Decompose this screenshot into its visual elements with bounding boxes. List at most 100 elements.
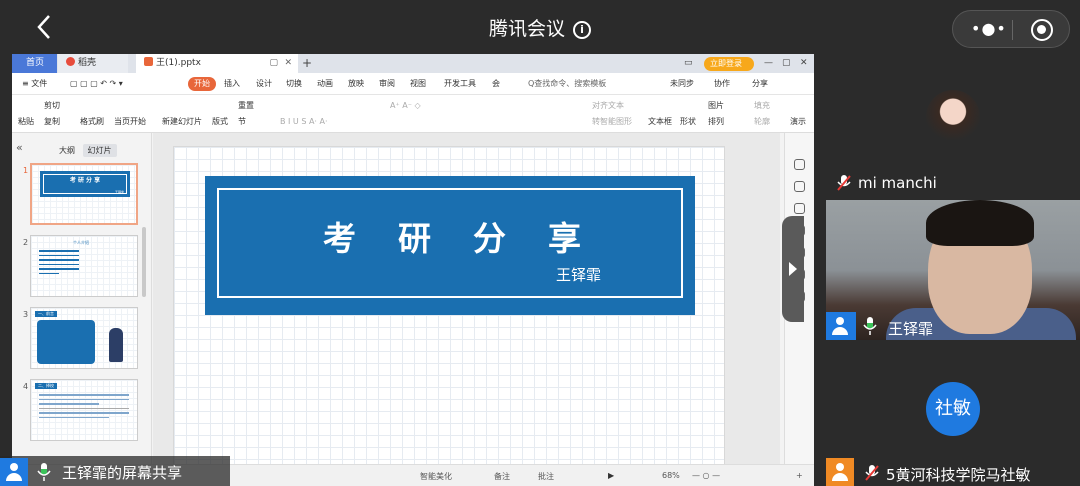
participant-tile-3[interactable]: 社敏 5黄河科技学院马社敏	[826, 342, 1080, 486]
menu-review[interactable]: 审阅	[379, 77, 395, 91]
participant-tile-1[interactable]: mi manchi	[826, 54, 1080, 196]
arrange-button[interactable]: 排列	[708, 117, 724, 127]
meeting-title-text: 腾讯会议	[488, 18, 565, 40]
thumb-subtitle: 王铎霏	[114, 190, 124, 194]
adjust-icon[interactable]	[794, 181, 805, 192]
share-button[interactable]: 分享	[752, 77, 768, 91]
collab-button[interactable]: 协作	[714, 77, 730, 91]
comment-button[interactable]: 批注	[538, 471, 554, 482]
panel-scrollbar[interactable]	[142, 227, 146, 297]
play-icon[interactable]: ▶	[608, 471, 614, 480]
layout-button[interactable]: 版式	[212, 117, 228, 127]
reset-button[interactable]: 重置	[238, 101, 254, 111]
participant-name: 5黄河科技学院马社敏	[886, 466, 1031, 484]
pin-icon[interactable]	[794, 203, 805, 214]
screen-expand-handle[interactable]	[782, 216, 804, 322]
close-target-icon[interactable]	[1031, 19, 1053, 41]
collapse-panel-icon[interactable]: «	[16, 141, 23, 154]
shape-button[interactable]: 形状	[680, 117, 696, 127]
info-icon[interactable]: i	[573, 21, 591, 39]
thumb-lines	[39, 394, 129, 421]
top-bar: 腾讯会议 i •●•	[0, 0, 1080, 54]
align-text-button[interactable]: 对齐文本	[592, 101, 624, 111]
slide-thumbnail-3[interactable]: 一、前言	[30, 307, 138, 369]
slide-thumbnail-2[interactable]: 个人介绍	[30, 235, 138, 297]
more-icon[interactable]: •●•	[971, 19, 1011, 38]
participant-name: mi manchi	[858, 174, 937, 192]
unsync-status[interactable]: 未同步	[670, 77, 694, 91]
present-button[interactable]: 演示	[790, 117, 806, 127]
close-icon[interactable]: ✕	[284, 54, 292, 73]
window-close-icon[interactable]: ✕	[800, 54, 808, 73]
maximize-icon[interactable]: ▢	[782, 54, 791, 73]
slide-title: 考研分享	[323, 219, 623, 258]
menu-view[interactable]: 视图	[410, 77, 426, 91]
current-slide[interactable]: 考研分享 王铎霏	[173, 146, 725, 466]
slide-thumbnail-4[interactable]: 二、择校	[30, 379, 138, 441]
zoom-slider[interactable]: — ○ —	[692, 471, 720, 480]
menu-developer[interactable]: 开发工具	[444, 77, 476, 91]
mini-program-capsule: •●•	[952, 10, 1070, 48]
fill-button[interactable]: 填充	[754, 101, 770, 111]
thumb-title-box: 考 研 分 享 王铎霏	[40, 171, 130, 197]
thumb-title: 个人介绍	[73, 240, 89, 245]
notes-button[interactable]: 备注	[494, 471, 510, 482]
title-box[interactable]: 考研分享 王铎霏	[205, 176, 695, 315]
thumb-number: 1	[23, 166, 29, 175]
new-slide-button[interactable]: 新建幻灯片	[162, 117, 202, 127]
participant-name: 王铎霏	[888, 320, 934, 338]
person-icon	[832, 463, 848, 481]
text-box-button[interactable]: 文本框	[648, 117, 672, 127]
menu-more[interactable]: 会	[492, 77, 500, 91]
section-button[interactable]: 节	[238, 117, 246, 127]
format-painter-button[interactable]: 格式刷	[80, 117, 104, 127]
tab-daoke[interactable]: 稻壳	[58, 54, 128, 73]
new-tab-icon[interactable]: +	[302, 54, 312, 73]
menu-home[interactable]: 开始	[188, 77, 216, 91]
thumb-number: 3	[23, 310, 29, 319]
participant-tile-2[interactable]: 王铎霏	[826, 200, 1080, 340]
quick-access-icons[interactable]: ▢ ▢ ▢ ↶ ↷ ▾	[70, 77, 123, 91]
panel-tabs: 大纲 幻灯片	[54, 144, 117, 157]
meeting-title: 腾讯会议 i	[0, 14, 1080, 41]
menu-bar: ≡ 文件 ▢ ▢ ▢ ↶ ↷ ▾ 开始 插入 设计 切换 动画 放映 审阅 视图…	[12, 73, 814, 95]
font-format-icons[interactable]: B I U S A· A·	[280, 117, 328, 127]
menu-transition[interactable]: 切换	[286, 77, 302, 91]
ribbon-toolbar: 粘贴 剪切 复制 格式刷 当页开始 新建幻灯片 版式 节 重置 B I U S …	[12, 95, 814, 133]
menu-insert[interactable]: 插入	[224, 77, 240, 91]
paste-button[interactable]: 粘贴	[18, 117, 34, 127]
font-size-icons[interactable]: A⁺ A⁻ ◇	[390, 101, 421, 111]
search-command[interactable]: Q查找命令、搜索模板	[528, 77, 606, 91]
tab-outline[interactable]: 大纲	[54, 144, 80, 157]
minimize-icon[interactable]: —	[764, 54, 773, 73]
tab-slides[interactable]: 幻灯片	[82, 144, 117, 157]
from-current-button[interactable]: 当页开始	[114, 117, 146, 127]
menu-animation[interactable]: 动画	[317, 77, 333, 91]
smart-beautify-button[interactable]: 智能美化	[420, 471, 452, 482]
participant-list: mi manchi 王铎霏 社敏 5黄河科技学院马社敏	[826, 54, 1080, 486]
window-layout-icon[interactable]: ▭	[684, 54, 693, 73]
person-icon	[832, 317, 848, 335]
participant-avatar	[826, 312, 856, 340]
cut-button[interactable]: 剪切	[44, 101, 60, 111]
login-button[interactable]: 立即登录	[704, 57, 754, 71]
image-button[interactable]: 图片	[708, 101, 724, 111]
tab-home[interactable]: 首页	[12, 54, 57, 73]
menu-slideshow[interactable]: 放映	[348, 77, 364, 91]
tab-file[interactable]: 王(1).pptx ▢ ✕	[136, 54, 298, 73]
daoke-icon	[66, 57, 75, 66]
ppt-icon	[144, 57, 153, 66]
smart-art-button[interactable]: 转智能图形	[592, 117, 632, 127]
zoom-level[interactable]: 68%	[662, 471, 680, 480]
copy-button[interactable]: 复制	[44, 117, 60, 127]
mic-on-icon	[37, 463, 51, 481]
outline-button[interactable]: 轮廓	[754, 117, 770, 127]
zoom-in-icon[interactable]: +	[796, 471, 803, 480]
thumb-figure	[109, 328, 123, 362]
property-icon[interactable]	[794, 159, 805, 170]
menu-file[interactable]: ≡ 文件	[22, 77, 47, 91]
slide-thumbnail-1[interactable]: 考 研 分 享 王铎霏	[30, 163, 138, 225]
avatar: 社敏	[926, 382, 980, 436]
menu-design[interactable]: 设计	[256, 77, 272, 91]
sharer-avatar	[0, 458, 28, 486]
